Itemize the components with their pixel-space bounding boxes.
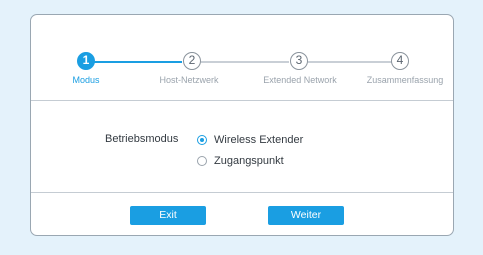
next-button[interactable]: Weiter xyxy=(268,206,344,225)
step-1-label: Modus xyxy=(72,75,100,85)
exit-button[interactable]: Exit xyxy=(130,206,206,225)
step-1-indicator: 1 xyxy=(77,52,95,70)
step-connector-3-4 xyxy=(308,61,396,63)
step-4-label: Zusammenfassung xyxy=(366,75,444,85)
header-divider xyxy=(31,100,453,101)
radio-option-wireless-extender[interactable]: Wireless Extender xyxy=(197,133,303,147)
step-connector-1-2 xyxy=(94,61,182,63)
radio-option-access-point[interactable]: Zugangspunkt xyxy=(197,154,284,168)
radio-label-access-point[interactable]: Zugangspunkt xyxy=(214,155,284,167)
step-3-label: Extended Network xyxy=(263,75,337,85)
radio-button-unchecked[interactable] xyxy=(197,156,207,166)
footer-divider xyxy=(31,192,453,193)
wizard-stepper: 1 2 3 4 Modus Host-Netzwerk Extended Net… xyxy=(31,15,453,100)
step-2-indicator: 2 xyxy=(183,52,201,70)
radio-label-wireless-extender[interactable]: Wireless Extender xyxy=(214,134,303,146)
step-2-label: Host-Netzwerk xyxy=(159,75,219,85)
step-4-indicator: 4 xyxy=(391,52,409,70)
step-3-indicator: 3 xyxy=(290,52,308,70)
radio-button-checked[interactable] xyxy=(197,135,207,145)
step-connector-2-3 xyxy=(201,61,289,63)
operating-mode-label: Betriebsmodus xyxy=(105,133,179,145)
wizard-card: 1 2 3 4 Modus Host-Netzwerk Extended Net… xyxy=(30,14,454,236)
